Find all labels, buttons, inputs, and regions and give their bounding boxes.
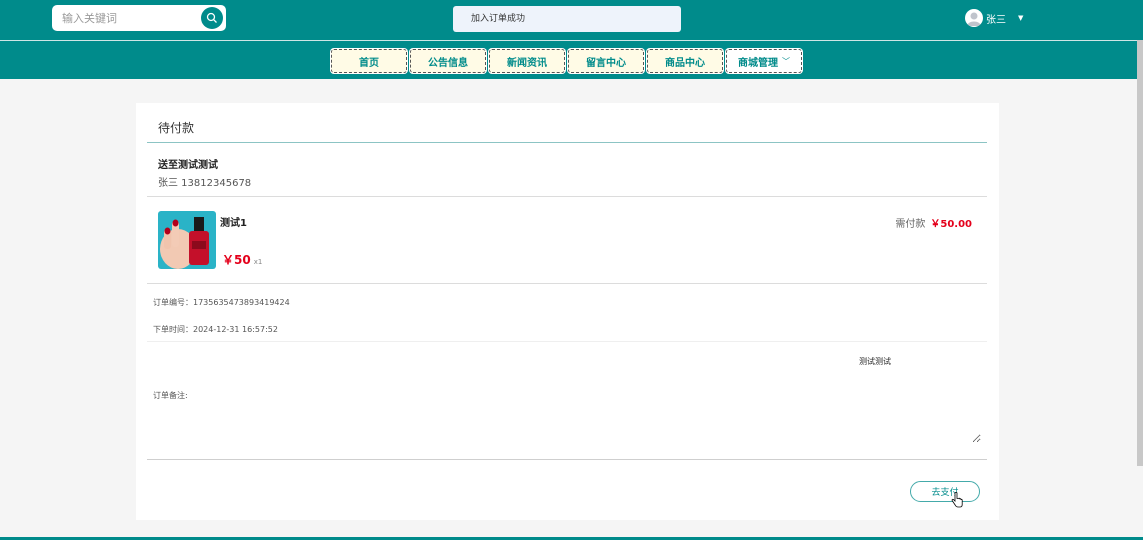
shipping-address: 送至测试测试: [158, 160, 218, 171]
divider: [147, 341, 987, 342]
divider: [147, 196, 987, 197]
search-button[interactable]: [201, 7, 223, 29]
search-icon: [206, 12, 217, 23]
nav-label: 新闻资讯: [507, 57, 547, 69]
nav-item-home[interactable]: 首页: [331, 49, 407, 73]
nav-menu: 首页 公告信息 新闻资讯 留言中心 商品中心 商城管理 ﹀: [331, 49, 802, 73]
nav-item-announcement[interactable]: 公告信息: [410, 49, 486, 73]
nav-bar: 首页 公告信息 新闻资讯 留言中心 商品中心 商城管理 ﹀: [0, 40, 1143, 79]
nav-label: 公告信息: [428, 57, 468, 69]
divider: [147, 142, 987, 143]
divider: [147, 283, 987, 284]
order-time: 下单时间：2024-12-31 16:57:52: [153, 325, 278, 334]
product-quantity: x1: [253, 258, 263, 266]
nav-label: 留言中心: [586, 57, 626, 69]
search-input[interactable]: [62, 9, 192, 27]
user-name: 张三: [986, 14, 1006, 26]
nav-item-mall-management[interactable]: 商城管理 ﹀: [726, 49, 802, 73]
user-icon: [967, 12, 981, 26]
caret-down-icon: ▼: [1018, 14, 1024, 22]
nav-item-messages[interactable]: 留言中心: [568, 49, 644, 73]
price-value: ￥50: [222, 253, 251, 267]
chevron-down-icon: ﹀: [782, 56, 790, 66]
product-price: ￥50 x1: [222, 251, 262, 268]
order-number: 订单编号：1735635473893419424: [153, 298, 290, 307]
nav-item-products[interactable]: 商品中心: [647, 49, 723, 73]
amount-due-value: ￥50.00: [930, 219, 972, 230]
nav-label: 商品中心: [665, 57, 705, 69]
product-name[interactable]: 测试1: [220, 214, 247, 229]
pay-button[interactable]: 去支付: [910, 481, 980, 502]
toast-message: 加入订单成功: [453, 6, 681, 32]
divider: [147, 459, 987, 460]
remark-label: 订单备注:: [153, 391, 188, 400]
nav-label: 商城管理: [738, 57, 778, 69]
order-status-title: 待付款: [158, 121, 195, 135]
pointer-cursor-icon: [951, 492, 963, 508]
nav-item-news[interactable]: 新闻资讯: [489, 49, 565, 73]
remark-textarea[interactable]: 测试测试: [226, 346, 981, 443]
amount-due-label: 需付款: [895, 219, 926, 230]
amount-due: 需付款 ￥50.00: [895, 215, 972, 230]
avatar: [965, 9, 983, 27]
product-image[interactable]: [158, 211, 216, 269]
nav-label: 首页: [359, 57, 379, 69]
scrollbar[interactable]: [1137, 40, 1143, 466]
top-bar: 加入订单成功 张三 ▼: [0, 0, 1143, 40]
contact-info: 张三 13812345678: [158, 178, 252, 189]
order-card: 待付款 送至测试测试 张三 13812345678 测试1 ￥50 x1 需付款 ￥…: [136, 103, 999, 520]
search-box: [52, 5, 226, 31]
user-menu[interactable]: 张三 ▼: [965, 9, 1023, 27]
